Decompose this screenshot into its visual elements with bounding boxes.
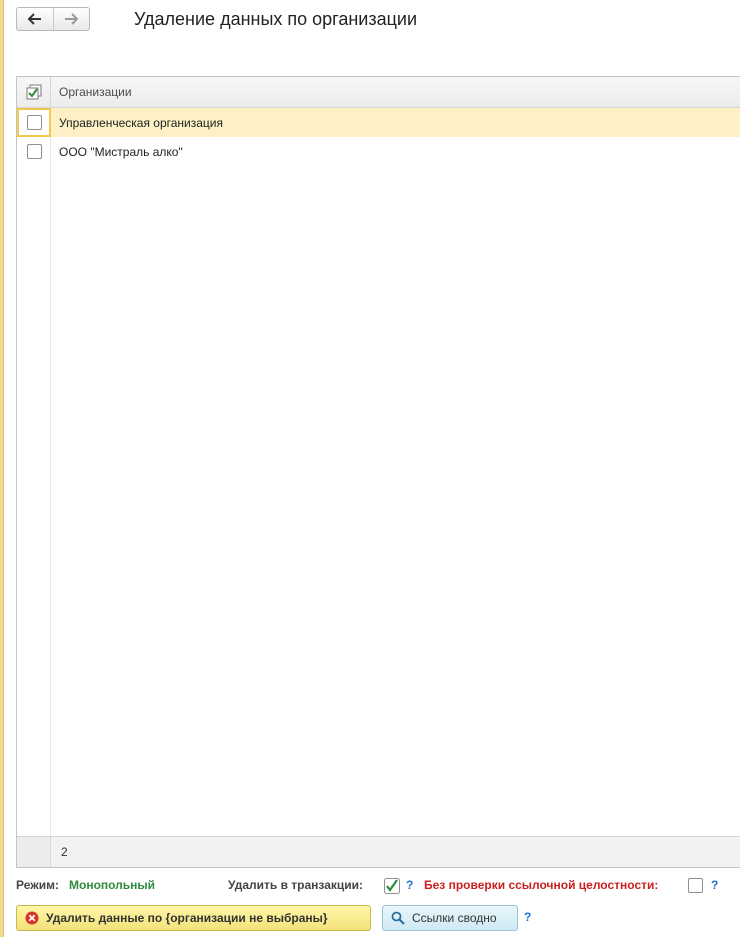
footer-empty-cell (17, 837, 51, 867)
mode-label: Режим: (16, 878, 59, 892)
column-header-organizations[interactable]: Организации (51, 77, 740, 107)
check-all-icon (26, 84, 41, 100)
row-checkbox-cell[interactable] (17, 108, 51, 137)
navigation-buttons (16, 7, 90, 31)
transaction-help-link[interactable]: ? (406, 878, 413, 892)
row-checkbox-cell[interactable] (17, 137, 51, 166)
arrow-right-icon (65, 13, 79, 25)
magnifier-icon (391, 911, 405, 925)
checkmark-icon (384, 878, 400, 894)
delete-data-button[interactable]: Удалить данные по {организации не выбран… (16, 905, 371, 931)
table-footer: 2 (17, 836, 740, 867)
links-button-label: Ссылки сводно (412, 911, 497, 925)
no-integrity-check-label: Без проверки ссылочной целостности: (424, 878, 659, 892)
table-header: Организации (17, 77, 740, 108)
back-button[interactable] (17, 8, 53, 30)
select-all-toggle[interactable] (17, 77, 51, 107)
row-name: ООО "Мистраль алко" (59, 144, 183, 159)
delete-button-label: Удалить данные по {организации не выбран… (46, 911, 328, 925)
mode-value-link[interactable]: Монопольный (69, 878, 155, 892)
table-body: Управленческая организация ООО "Мистраль… (17, 108, 740, 836)
row-checkbox[interactable] (26, 115, 42, 130)
table-row[interactable]: ООО "Мистраль алко" (17, 137, 740, 166)
transaction-label: Удалить в транзакции: (228, 878, 364, 892)
transaction-checkbox[interactable] (384, 878, 400, 897)
error-circle-icon (25, 911, 39, 925)
options-bar: Режим: Монопольный Удалить в транзакции:… (16, 878, 740, 896)
arrow-left-icon (27, 13, 41, 25)
row-count: 2 (61, 845, 68, 859)
no-integrity-checkbox[interactable] (688, 878, 703, 893)
organizations-table: Организации Управленческая организация О… (16, 76, 740, 868)
page-title: Удаление данных по организации (134, 9, 418, 29)
forward-button[interactable] (52, 8, 89, 30)
no-integrity-help-link[interactable]: ? (711, 878, 718, 892)
row-checkbox[interactable] (26, 144, 42, 159)
left-panel-stripe (0, 0, 4, 937)
links-summary-button[interactable]: Ссылки сводно (382, 905, 518, 931)
row-name: Управленческая организация (59, 115, 223, 130)
column-divider (50, 108, 51, 836)
table-row[interactable]: Управленческая организация (17, 108, 740, 137)
links-help-link[interactable]: ? (524, 910, 531, 924)
